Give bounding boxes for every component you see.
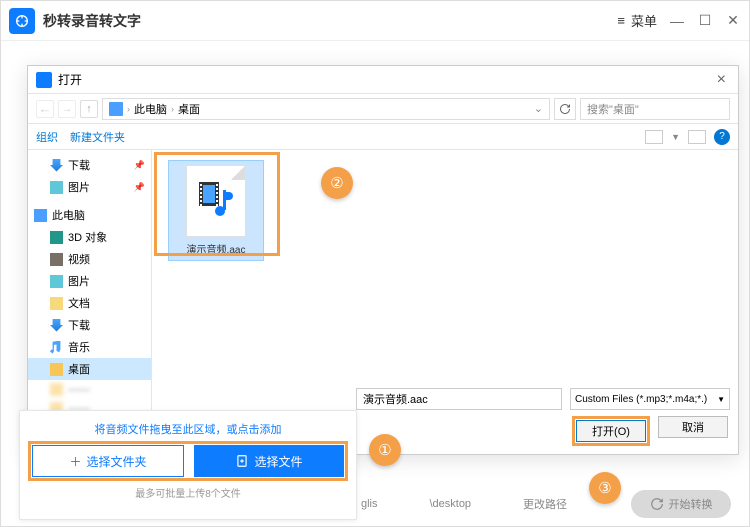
add-files-panel: 将音频文件拖曳至此区域，或点击添加 ＋ 选择文件夹 选择文件 最多可批量上传8个…	[19, 410, 357, 520]
download-icon	[50, 159, 63, 172]
nav-label: 文档	[68, 295, 90, 311]
nav-documents[interactable]: 文档	[28, 292, 151, 314]
nav-label: 桌面	[68, 361, 90, 377]
cancel-button[interactable]: 取消	[658, 416, 728, 438]
annotation-highlight-open: 打开(O)	[572, 416, 650, 446]
chevron-right-icon: ›	[127, 104, 130, 114]
search-placeholder: 搜索"桌面"	[587, 101, 639, 117]
refresh-button[interactable]	[554, 98, 576, 120]
chevron-down-icon[interactable]: ⌄	[534, 102, 543, 115]
file-list-area[interactable]: 演示音频.aac	[152, 150, 738, 412]
select-file-button[interactable]: 选择文件	[194, 445, 344, 477]
menu-label: 菜单	[631, 11, 657, 30]
help-button[interactable]: ?	[714, 129, 730, 145]
app-title: 秒转录音转文字	[43, 11, 617, 31]
close-button[interactable]: ✕	[725, 13, 741, 29]
annotation-badge-2: ②	[321, 167, 353, 199]
app-titlebar: 秒转录音转文字 ≡ 菜单 — ☐ ✕	[1, 1, 749, 41]
nav-forward-button[interactable]: →	[58, 100, 76, 118]
nav-pictures[interactable]: 图片 📌	[28, 176, 151, 198]
menu-button[interactable]: ≡ 菜单	[617, 11, 657, 30]
music-note-icon	[213, 192, 235, 218]
file-name: 演示音频.aac	[173, 241, 259, 256]
button-label: 选择文件	[254, 453, 302, 470]
breadcrumb-location[interactable]: 桌面	[178, 101, 200, 117]
filename-input[interactable]	[356, 388, 562, 410]
app-logo-icon	[9, 8, 35, 34]
nav-label: 图片	[68, 273, 90, 289]
cube-icon	[50, 231, 63, 244]
lang-fragment: glis	[361, 498, 378, 510]
pc-icon	[34, 209, 47, 222]
view-mode-button[interactable]	[645, 130, 663, 144]
refresh-icon	[650, 497, 664, 511]
breadcrumb-pc[interactable]: 此电脑	[134, 101, 167, 117]
filetype-label: Custom Files (*.mp3;*.m4a;*.)	[575, 394, 707, 405]
nav-label: 此电脑	[52, 207, 85, 223]
nav-back-button[interactable]: ←	[36, 100, 54, 118]
nav-desktop[interactable]: 桌面	[28, 358, 151, 380]
nav-up-button[interactable]: ↑	[80, 100, 98, 118]
file-open-dialog: 打开 × ← → ↑ › 此电脑 › 桌面 ⌄ 搜索"桌面" 组织	[27, 65, 739, 455]
button-label: 选择文件夹	[87, 453, 147, 470]
path-fragment: \desktop	[429, 498, 471, 510]
dialog-icon	[36, 72, 52, 88]
nav-music[interactable]: 音乐	[28, 336, 151, 358]
nav-videos[interactable]: 视频	[28, 248, 151, 270]
preview-pane-button[interactable]	[688, 130, 706, 144]
document-icon	[50, 297, 63, 310]
video-icon	[50, 253, 63, 266]
picture-icon	[50, 275, 63, 288]
open-button[interactable]: 打开(O)	[576, 420, 646, 442]
button-label: 开始转换	[669, 496, 713, 512]
file-thumbnail	[186, 165, 246, 237]
chevron-right-icon: ›	[171, 104, 174, 114]
folder-icon	[50, 363, 63, 376]
navigation-pane: 下载📌 图片📌 此电脑 3D 对象 视频 图片 文档 下载 音乐 桌面 —— —…	[28, 150, 152, 412]
breadcrumb[interactable]: › 此电脑 › 桌面 ⌄	[102, 98, 550, 120]
dialog-close-button[interactable]: ×	[713, 71, 730, 89]
annotation-badge-3: ③	[589, 472, 621, 504]
nav-3d-objects[interactable]: 3D 对象	[28, 226, 151, 248]
dialog-title: 打开	[58, 71, 82, 88]
pin-icon: 📌	[134, 182, 145, 193]
download-icon	[50, 319, 63, 332]
nav-this-pc[interactable]: 此电脑	[28, 204, 151, 226]
nav-label: 视频	[68, 251, 90, 267]
search-input[interactable]: 搜索"桌面"	[580, 98, 730, 120]
file-plus-icon	[235, 454, 249, 468]
maximize-button[interactable]: ☐	[697, 13, 713, 29]
plus-icon: ＋	[69, 453, 81, 470]
minimize-button[interactable]: —	[669, 13, 685, 29]
new-folder-button[interactable]: 新建文件夹	[70, 129, 125, 145]
chevron-down-icon[interactable]: ▼	[671, 132, 680, 142]
pin-icon: 📌	[134, 160, 145, 171]
music-icon	[50, 341, 63, 354]
drop-hint: 将音频文件拖曳至此区域，或点击添加	[32, 421, 344, 437]
nav-downloads[interactable]: 下载 📌	[28, 154, 151, 176]
chevron-down-icon: ▼	[717, 395, 725, 404]
picture-icon	[50, 181, 63, 194]
annotation-badge-1: ①	[369, 434, 401, 466]
organize-menu[interactable]: 组织	[36, 129, 58, 145]
nav-label: 音乐	[68, 339, 90, 355]
start-convert-button[interactable]: 开始转换	[631, 490, 731, 518]
nav-label: 图片	[68, 179, 90, 195]
nav-label: 3D 对象	[68, 229, 107, 245]
upload-limit-hint: 最多可批量上传8个文件	[32, 485, 344, 500]
nav-pictures-2[interactable]: 图片	[28, 270, 151, 292]
select-folder-button[interactable]: ＋ 选择文件夹	[32, 445, 184, 477]
nav-label: 下载	[68, 157, 90, 173]
change-path-link[interactable]: 更改路径	[523, 496, 567, 512]
filetype-dropdown[interactable]: Custom Files (*.mp3;*.m4a;*.) ▼	[570, 388, 730, 410]
pc-icon	[109, 102, 123, 116]
file-item[interactable]: 演示音频.aac	[168, 160, 264, 261]
nav-label: 下载	[68, 317, 90, 333]
nav-downloads-2[interactable]: 下载	[28, 314, 151, 336]
hamburger-icon: ≡	[617, 13, 625, 28]
